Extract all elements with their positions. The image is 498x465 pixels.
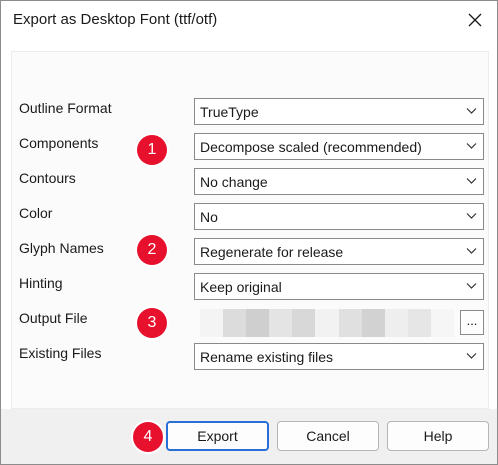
chevron-down-icon	[466, 248, 477, 254]
output-file-path-field[interactable]	[200, 309, 455, 337]
chevron-down-icon	[466, 283, 477, 289]
chevron-down-icon	[466, 213, 477, 219]
title-bar: Export as Desktop Font (ttf/otf)	[1, 1, 497, 39]
contours-value: No change	[200, 174, 268, 190]
existing-files-select[interactable]: Rename existing files	[194, 343, 484, 370]
glyph-names-label: Glyph Names	[19, 240, 104, 256]
help-button[interactable]: Help	[387, 421, 489, 451]
components-label: Components	[19, 135, 99, 151]
chevron-down-icon	[466, 108, 477, 114]
annotation-badge-4: 4	[133, 422, 163, 452]
hinting-select[interactable]: Keep original	[194, 273, 484, 300]
glyph-names-value: Regenerate for release	[200, 244, 344, 260]
annotation-badge-3: 3	[137, 308, 167, 338]
components-select[interactable]: Decompose scaled (recommended)	[194, 133, 484, 160]
contours-select[interactable]: No change	[194, 168, 484, 195]
outline-format-value: TrueType	[200, 104, 259, 120]
outline-format-label: Outline Format	[19, 100, 112, 116]
color-value: No	[200, 209, 218, 225]
glyph-names-select[interactable]: Regenerate for release	[194, 238, 484, 265]
annotation-badge-2: 2	[137, 235, 167, 265]
existing-files-label: Existing Files	[19, 345, 102, 361]
existing-files-value: Rename existing files	[200, 349, 334, 365]
components-value: Decompose scaled (recommended)	[200, 139, 422, 155]
close-button[interactable]	[461, 6, 489, 34]
output-file-label: Output File	[19, 310, 88, 326]
color-label: Color	[19, 205, 53, 221]
hinting-label: Hinting	[19, 275, 63, 291]
annotation-badge-1: 1	[137, 135, 167, 165]
chevron-down-icon	[466, 353, 477, 359]
browse-button[interactable]: ...	[460, 310, 484, 335]
chevron-down-icon	[466, 143, 477, 149]
chevron-down-icon	[466, 178, 477, 184]
color-select[interactable]: No	[194, 203, 484, 230]
outline-format-select[interactable]: TrueType	[194, 98, 484, 125]
cancel-button[interactable]: Cancel	[277, 421, 379, 451]
hinting-value: Keep original	[200, 279, 282, 295]
export-button[interactable]: Export	[166, 421, 269, 451]
window-title: Export as Desktop Font (ttf/otf)	[13, 11, 218, 28]
contours-label: Contours	[19, 170, 76, 186]
export-dialog: Export as Desktop Font (ttf/otf) Outline…	[0, 0, 498, 465]
close-icon	[468, 13, 482, 27]
